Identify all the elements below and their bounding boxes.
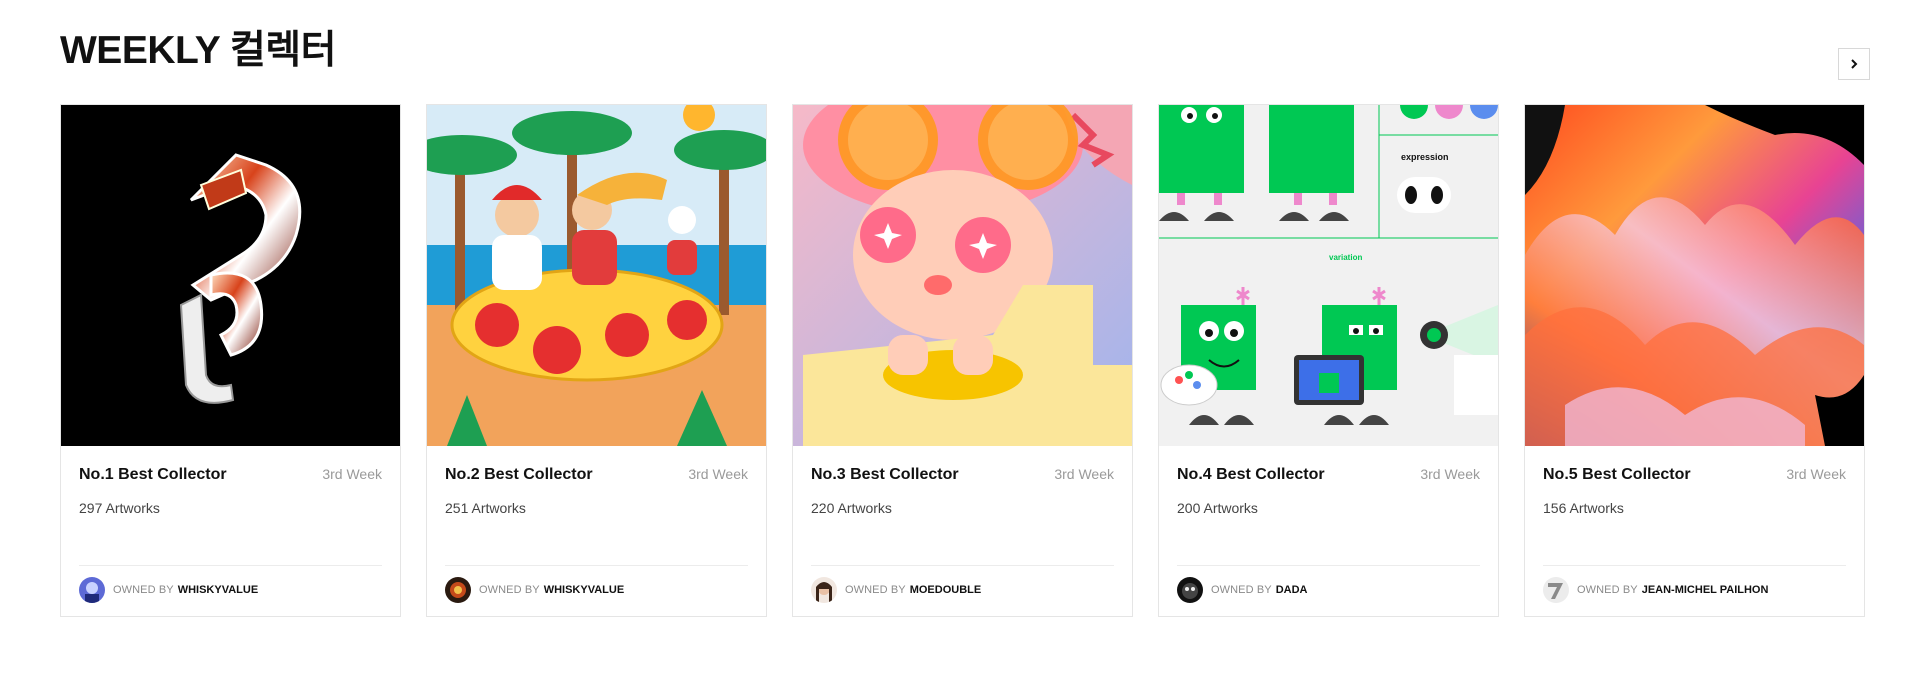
avatar (811, 577, 837, 603)
owner-prefix: OWNED BY (845, 584, 906, 596)
weekly-collector-section: WEEKLY 컬렉터 No.1 Best Collector 3rd Week … (0, 0, 1920, 694)
expression-label: expression (1401, 152, 1449, 162)
owner-prefix: OWNED BY (479, 584, 540, 596)
divider (79, 565, 382, 566)
divider (1543, 565, 1846, 566)
card-artwork-count: 297 Artworks (79, 500, 160, 516)
collector-card-1[interactable]: No.1 Best Collector 3rd Week 297 Artwork… (60, 104, 401, 617)
divider (445, 565, 748, 566)
next-button[interactable] (1838, 48, 1870, 80)
divider (1177, 565, 1480, 566)
card-artwork-image[interactable] (61, 105, 400, 446)
collector-card-list: No.1 Best Collector 3rd Week 297 Artwork… (60, 104, 1865, 617)
card-artwork-image[interactable] (427, 105, 766, 446)
collector-card-3[interactable]: No.3 Best Collector 3rd Week 220 Artwork… (792, 104, 1133, 617)
owner-prefix: OWNED BY (1211, 584, 1272, 596)
owner-name[interactable]: MOEDOUBLE (910, 584, 982, 596)
variation-label: variation (1329, 253, 1362, 262)
card-title: No.1 Best Collector (79, 466, 227, 483)
avatar (445, 577, 471, 603)
card-owner[interactable]: OWNED BY WHISKYVALUE (79, 577, 258, 603)
card-week: 3rd Week (688, 466, 748, 482)
owner-name[interactable]: WHISKYVALUE (544, 584, 624, 596)
card-owner[interactable]: OWNED BY DADA (1177, 577, 1307, 603)
card-week: 3rd Week (322, 466, 382, 482)
beach-illustration-artwork (427, 105, 766, 446)
card-artwork-count: 220 Artworks (811, 500, 892, 516)
card-owner[interactable]: OWNED BY JEAN-MICHEL PAILHON (1543, 577, 1768, 603)
toy-figure-artwork (793, 105, 1132, 446)
card-week: 3rd Week (1054, 466, 1114, 482)
abstract-fluid-artwork (1525, 105, 1864, 446)
owner-name[interactable]: DADA (1276, 584, 1308, 596)
card-week: 3rd Week (1420, 466, 1480, 482)
collector-card-5[interactable]: No.5 Best Collector 3rd Week 156 Artwork… (1524, 104, 1865, 617)
card-artwork-count: 200 Artworks (1177, 500, 1258, 516)
avatar (79, 577, 105, 603)
chrome-letter-artwork (61, 105, 400, 446)
card-artwork-count: 251 Artworks (445, 500, 526, 516)
card-title: No.5 Best Collector (1543, 466, 1691, 483)
card-title: No.4 Best Collector (1177, 466, 1325, 483)
divider (811, 565, 1114, 566)
collector-card-4[interactable]: expression variation No.4 Best Collector… (1158, 104, 1499, 617)
avatar (1177, 577, 1203, 603)
avatar (1543, 577, 1569, 603)
owner-name[interactable]: JEAN-MICHEL PAILHON (1642, 584, 1769, 596)
card-owner[interactable]: OWNED BY MOEDOUBLE (811, 577, 981, 603)
card-title: No.2 Best Collector (445, 466, 593, 483)
collector-card-2[interactable]: No.2 Best Collector 3rd Week 251 Artwork… (426, 104, 767, 617)
owner-prefix: OWNED BY (1577, 584, 1638, 596)
green-robot-characters-artwork: expression variation (1159, 105, 1498, 446)
card-artwork-image[interactable] (793, 105, 1132, 446)
card-artwork-image[interactable] (1525, 105, 1864, 446)
card-owner[interactable]: OWNED BY WHISKYVALUE (445, 577, 624, 603)
card-artwork-image[interactable]: expression variation (1159, 105, 1498, 446)
card-artwork-count: 156 Artworks (1543, 500, 1624, 516)
section-title: WEEKLY 컬렉터 (60, 29, 337, 72)
owner-prefix: OWNED BY (113, 584, 174, 596)
card-title: No.3 Best Collector (811, 466, 959, 483)
card-week: 3rd Week (1786, 466, 1846, 482)
owner-name[interactable]: WHISKYVALUE (178, 584, 258, 596)
chevron-right-icon (1851, 59, 1858, 69)
